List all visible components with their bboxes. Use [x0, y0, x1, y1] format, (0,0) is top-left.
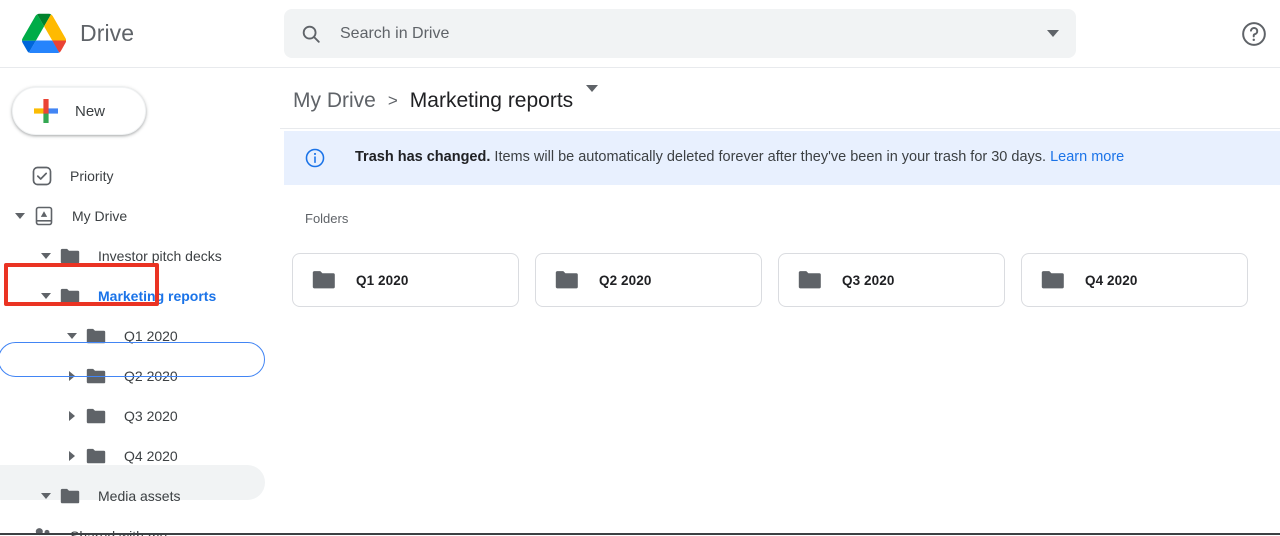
banner-text: Trash has changed. Items will be automat…: [355, 149, 1124, 166]
folders-section-label: Folders: [305, 211, 349, 226]
folder-name: Q4 2020: [1085, 272, 1138, 288]
chevron-down-icon[interactable]: [34, 244, 58, 268]
my-drive-icon: [32, 204, 56, 228]
breadcrumb-chevron-down-icon[interactable]: [586, 85, 599, 110]
folder-name: Q2 2020: [599, 272, 652, 288]
sidebar-item-label: Q1 2020: [124, 328, 178, 344]
folder-icon: [312, 270, 336, 290]
google-drive-logo-icon: [22, 13, 66, 53]
sidebar-item-q1-2020[interactable]: Q1 2020: [0, 316, 280, 356]
folder-card[interactable]: Q3 2020: [778, 253, 1005, 307]
sidebar-item-media-assets[interactable]: Media assets: [0, 476, 280, 516]
new-button[interactable]: New: [12, 87, 146, 135]
sidebar-item-label: Media assets: [98, 488, 181, 504]
folder-icon: [555, 270, 579, 290]
sidebar-item-priority[interactable]: Priority: [0, 156, 280, 196]
folder-card[interactable]: Q2 2020: [535, 253, 762, 307]
chevron-down-icon[interactable]: [34, 484, 58, 508]
sidebar-item-marketing-reports[interactable]: Marketing reports: [0, 276, 280, 316]
sidebar-item-investor-pitch-decks[interactable]: Investor pitch decks: [0, 236, 280, 276]
folder-name: Q1 2020: [356, 272, 409, 288]
bottom-border: [0, 533, 1280, 535]
trash-notice-banner: Trash has changed. Items will be automat…: [284, 131, 1280, 185]
banner-headline: Trash has changed.: [355, 149, 491, 166]
folder-icon: [798, 270, 822, 290]
app-header: Drive: [0, 0, 1280, 68]
folders-grid: Q1 2020 Q2 2020 Q3 2020 Q4 2020: [292, 253, 1268, 307]
sidebar-item-q3-2020[interactable]: Q3 2020: [0, 396, 280, 436]
folder-icon: [84, 444, 108, 468]
sidebar-item-label: Q3 2020: [124, 408, 178, 424]
chevron-right-icon[interactable]: [60, 444, 84, 468]
chevron-right-icon[interactable]: [60, 404, 84, 428]
new-button-label: New: [75, 102, 106, 120]
info-circle-icon: [304, 147, 326, 169]
breadcrumb: My Drive > Marketing reports: [293, 80, 599, 122]
banner-body: Items will be automatically deleted fore…: [494, 149, 1047, 166]
folder-icon: [58, 284, 82, 308]
drive-app: Drive Search in Drive New Priority My Dr…: [0, 0, 1280, 536]
folder-card[interactable]: Q4 2020: [1021, 253, 1248, 307]
sidebar-item-my-drive[interactable]: My Drive: [0, 196, 280, 236]
sidebar-item-q4-2020[interactable]: Q4 2020: [0, 436, 280, 476]
chevron-down-icon[interactable]: [34, 284, 58, 308]
learn-more-link[interactable]: Learn more: [1050, 149, 1124, 165]
brand[interactable]: Drive: [22, 13, 134, 53]
plus-icon: [33, 98, 59, 124]
sidebar-item-label: My Drive: [72, 208, 128, 224]
brand-name: Drive: [80, 19, 135, 46]
sidebar-item-label: Marketing reports: [98, 288, 217, 304]
search-icon: [300, 23, 322, 45]
chevron-right-icon[interactable]: [60, 364, 84, 388]
folder-card[interactable]: Q1 2020: [292, 253, 519, 307]
folder-icon: [84, 364, 108, 388]
main-content: My Drive > Marketing reports Trash has c…: [280, 68, 1280, 536]
chevron-down-icon[interactable]: [60, 324, 84, 348]
chevron-down-icon[interactable]: [8, 204, 32, 228]
folder-icon: [58, 484, 82, 508]
folder-icon: [58, 244, 82, 268]
search-options-chevron-down-icon[interactable]: [1036, 9, 1070, 58]
sidebar-nav: Priority My Drive Investor pitch decks M…: [0, 156, 280, 536]
breadcrumb-separator: >: [387, 91, 398, 110]
breadcrumb-current[interactable]: Marketing reports: [410, 89, 573, 113]
sidebar-item-label: Priority: [70, 168, 114, 184]
sidebar: New Priority My Drive Investor pitch dec…: [0, 68, 280, 536]
folder-icon: [84, 404, 108, 428]
breadcrumb-root[interactable]: My Drive: [293, 89, 376, 113]
priority-check-icon: [30, 164, 54, 188]
folder-icon: [1041, 270, 1065, 290]
search-bar[interactable]: [284, 9, 1076, 58]
breadcrumb-divider: [280, 128, 1280, 129]
help-circle-icon[interactable]: [1240, 20, 1268, 48]
sidebar-item-q2-2020[interactable]: Q2 2020: [0, 356, 280, 396]
sidebar-item-label: Q4 2020: [124, 448, 178, 464]
folder-icon: [84, 324, 108, 348]
search-input[interactable]: [340, 24, 1036, 43]
sidebar-item-label: Investor pitch decks: [98, 248, 222, 264]
folder-name: Q3 2020: [842, 272, 895, 288]
sidebar-item-label: Q2 2020: [124, 368, 178, 384]
